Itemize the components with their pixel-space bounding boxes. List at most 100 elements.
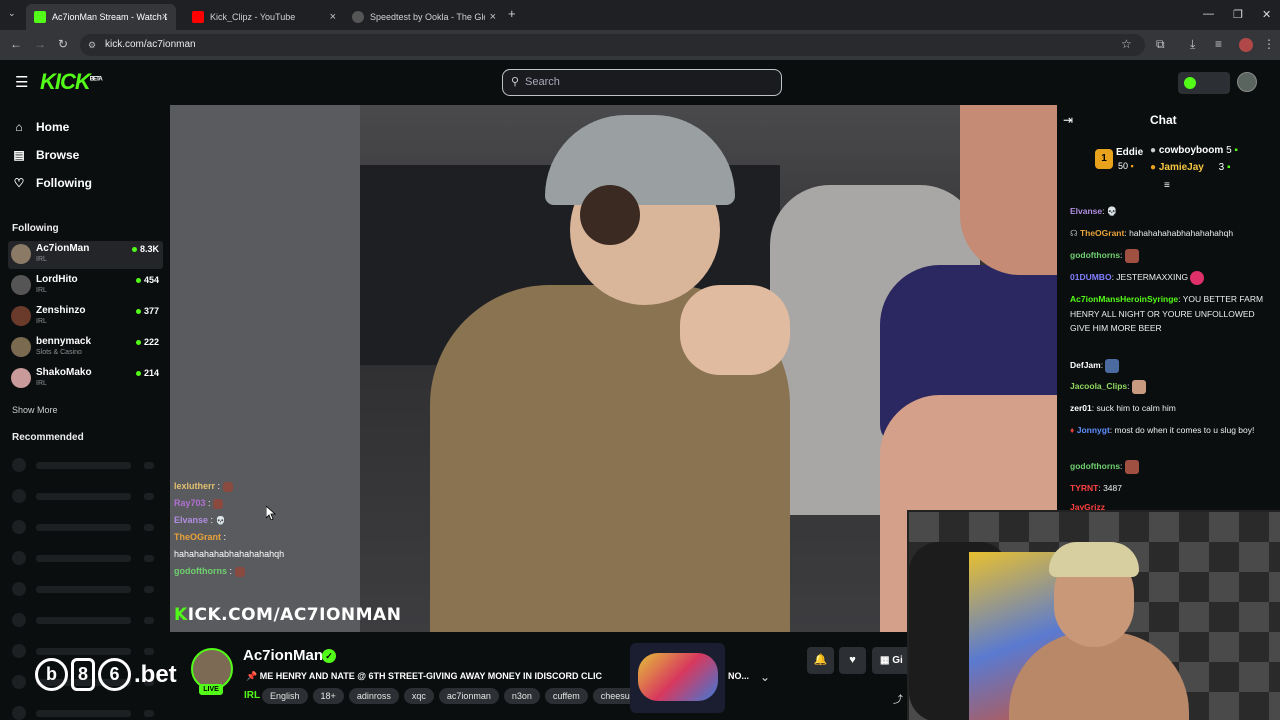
heart-icon: ♡ — [13, 176, 25, 190]
site-info-icon[interactable]: ⚙ — [88, 34, 96, 56]
expand-leaderboard-icon[interactable]: ≡ — [1164, 180, 1170, 191]
forward-icon[interactable]: → — [34, 37, 46, 51]
chat-message: zer01: suck him to calm him — [1070, 403, 1176, 413]
recommended-skeleton — [12, 613, 162, 627]
emote-icon — [1124, 459, 1139, 474]
recommended-skeleton — [12, 458, 162, 472]
nav-home[interactable]: ⌂ Home — [12, 120, 69, 134]
user-avatar[interactable] — [1237, 72, 1257, 92]
chat-message: godofthorns: — [1070, 459, 1270, 474]
sponsor-chip: 6 — [98, 658, 131, 691]
site-header: ☰ KICKBETA ⚲ Search — [0, 60, 1280, 105]
heart-icon: ♥ — [849, 654, 856, 666]
tab-title: Ac7ionMan Stream - Watch Live — [52, 12, 167, 22]
media-control-icon[interactable]: ≡ — [1215, 37, 1222, 51]
close-icon[interactable]: × — [330, 11, 336, 23]
viewer-count: 222 — [136, 337, 159, 347]
stream-category-link[interactable]: IRL — [244, 690, 260, 701]
tab-speedtest[interactable]: Speedtest by Ookla - The Global × — [344, 4, 504, 30]
channel-name: Ac7ionMan — [36, 243, 90, 254]
theme-toggle[interactable] — [1178, 72, 1230, 94]
sponsor-graffiti-image — [630, 643, 725, 713]
avatar — [11, 244, 31, 264]
leaderboard-entry[interactable]: Eddie — [1116, 147, 1143, 158]
hamburger-menu-icon[interactable]: ☰ — [15, 73, 28, 91]
sidebar-channel-lordhito[interactable]: LordHito IRL 454 — [8, 272, 163, 300]
channel-category: IRL — [36, 318, 47, 325]
show-more-link[interactable]: Show More — [12, 405, 58, 415]
search-placeholder: Search — [525, 76, 560, 88]
tag-chip[interactable]: 18+ — [312, 688, 344, 704]
chat-message: TYRNT: 3487 — [1070, 483, 1122, 493]
emote-icon — [213, 498, 224, 509]
chat-message: Jacoola_Clips: — [1070, 379, 1270, 394]
tab-search-icon[interactable]: ⌄ — [8, 8, 16, 19]
close-icon[interactable]: × — [162, 11, 168, 23]
nav-label: Following — [36, 176, 92, 190]
bookmark-star-icon[interactable]: ☆ — [1121, 37, 1132, 51]
gift-icon: ▦ — [880, 655, 890, 666]
nav-following[interactable]: ♡ Following — [12, 176, 92, 190]
url-field[interactable]: ⚙ kick.com/ac7ionman — [80, 34, 1145, 56]
back-icon[interactable]: ← — [10, 37, 22, 51]
avatar — [11, 275, 31, 295]
following-heading: Following — [12, 223, 59, 234]
tab-title: Kick_Clipz - YouTube — [210, 12, 296, 22]
tag-chip[interactable]: ac7ionman — [438, 688, 499, 704]
speedtest-favicon-icon — [352, 11, 364, 23]
chevron-down-icon[interactable]: ⌄ — [760, 670, 770, 684]
avatar — [11, 368, 31, 388]
share-icon[interactable]: ⤴ — [893, 691, 903, 706]
sidebar-channel-bennymack[interactable]: bennymack Slots & Casino 222 — [8, 334, 163, 362]
notification-bell-button[interactable]: 🔔 — [807, 647, 834, 674]
sidebar-channel-ac7ionman[interactable]: Ac7ionMan IRL 8.3K — [8, 241, 163, 269]
tag-chip[interactable]: xqc — [403, 688, 434, 704]
nav-browse[interactable]: ▤ Browse — [12, 148, 79, 162]
person-hand — [680, 285, 790, 375]
sponsor-logo: b 8 6 .bet — [35, 658, 177, 691]
leaderboard-entry[interactable]: ● cowboyboom 5 ▪ — [1150, 145, 1238, 156]
url-text: kick.com/ac7ionman — [105, 39, 196, 50]
facecam-overlay — [907, 510, 1280, 720]
recommended-skeleton — [12, 489, 162, 503]
viewer-count: 377 — [136, 306, 159, 316]
collapse-chat-icon[interactable]: ⇥ — [1063, 113, 1073, 127]
chat-message: ♦ Jonnygt: most do when it comes to u sl… — [1070, 425, 1255, 435]
viewer-count: 454 — [136, 275, 159, 285]
tag-chip[interactable]: n3on — [503, 688, 540, 704]
chat-message: ☊ TheOGrant: hahahahahabhahahahahqh — [1070, 228, 1234, 238]
search-input[interactable]: ⚲ Search — [502, 69, 782, 96]
sponsor-chip: 8 — [71, 658, 95, 691]
extensions-icon[interactable]: ⧉ — [1156, 37, 1165, 52]
sidebar-channel-zenshinzo[interactable]: Zenshinzo IRL 377 — [8, 303, 163, 331]
tag-chip[interactable]: cuffem — [544, 688, 588, 704]
kick-logo[interactable]: KICKBETA — [40, 69, 103, 95]
new-tab-button[interactable]: + — [508, 6, 516, 21]
person-hair — [1049, 542, 1139, 577]
tab-kick[interactable]: Ac7ionMan Stream - Watch Live × — [26, 4, 176, 30]
download-icon[interactable]: ⤓ — [1190, 37, 1195, 52]
close-icon[interactable]: × — [490, 11, 496, 23]
tab-youtube[interactable]: Kick_Clipz - YouTube × — [184, 4, 344, 30]
chat-message: Ac7ionMansHeroinSyringe: YOU BETTER FARM… — [1070, 294, 1264, 333]
window-close-icon[interactable]: ✕ — [1262, 8, 1271, 21]
streamer-name[interactable]: Ac7ionMan — [243, 647, 323, 664]
leaderboard-rank-badge: 1 — [1095, 149, 1113, 169]
profile-avatar-icon[interactable] — [1239, 38, 1253, 52]
video-watermark: KICK.COM/AC7IONMAN — [174, 605, 402, 625]
follow-heart-button[interactable]: ♥ — [839, 647, 866, 674]
chat-message: 01DUMBO: JESTERMAXXING — [1070, 270, 1270, 285]
gift-sub-button[interactable]: ▦ Gi — [872, 647, 908, 674]
overlay-chat-line: lexlutherr : — [174, 478, 284, 495]
chat-title: Chat — [1150, 113, 1177, 127]
tag-chip[interactable]: adinross — [348, 688, 399, 704]
tag-chip[interactable]: English — [262, 688, 308, 704]
maximize-icon[interactable]: ❐ — [1233, 8, 1243, 21]
sidebar-channel-shakomako[interactable]: ShakoMako IRL 214 — [8, 365, 163, 393]
leaderboard-entry[interactable]: ● JamieJay 3 ▪ — [1150, 162, 1231, 173]
minimize-icon[interactable]: — — [1203, 8, 1214, 20]
home-icon: ⌂ — [15, 120, 23, 134]
reload-icon[interactable]: ↻ — [58, 37, 68, 51]
channel-name: ShakoMako — [36, 367, 92, 378]
browser-menu-icon[interactable]: ⋮ — [1263, 37, 1275, 51]
